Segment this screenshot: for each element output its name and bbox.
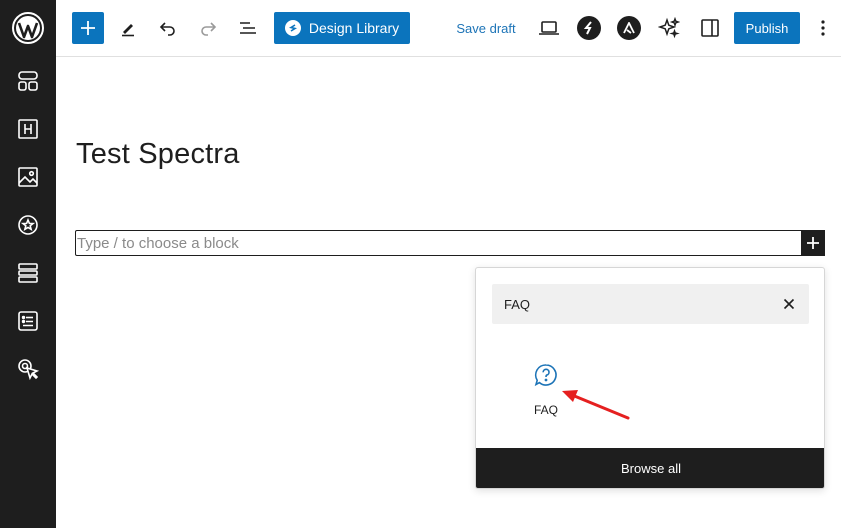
block-placeholder: Type / to choose a block — [77, 235, 239, 252]
bolt-icon — [577, 16, 601, 40]
undo-icon — [159, 22, 175, 36]
astra-settings-button[interactable] — [617, 12, 641, 44]
left-sidebar — [0, 0, 56, 528]
stacked-containers-icon[interactable] — [12, 257, 44, 289]
add-block-button[interactable] — [72, 12, 104, 44]
more-vertical-icon — [821, 20, 825, 36]
quick-inserter-popover: FAQ Browse all — [475, 267, 825, 489]
plus-icon — [81, 21, 95, 35]
sidebar-toggle-icon — [701, 19, 719, 37]
undo-button[interactable] — [156, 12, 180, 44]
design-library-label: Design Library — [308, 20, 400, 36]
save-draft-button[interactable]: Save draft — [446, 12, 526, 44]
redo-button[interactable] — [196, 12, 220, 44]
annotation-arrow-icon — [562, 390, 630, 420]
image-block-icon[interactable] — [12, 161, 44, 193]
patterns-icon[interactable] — [12, 65, 44, 97]
block-inserter-toggle[interactable] — [801, 230, 825, 256]
options-button[interactable] — [813, 12, 833, 44]
pencil-icon — [122, 24, 134, 37]
cursor-click-icon[interactable] — [12, 353, 44, 385]
ai-assistant-button[interactable] — [657, 12, 681, 44]
block-search-box — [492, 284, 809, 324]
preview-button[interactable] — [537, 12, 561, 44]
faq-question-icon — [534, 364, 557, 387]
wordpress-logo-icon[interactable] — [8, 8, 48, 48]
design-library-button[interactable]: Design Library — [274, 12, 410, 44]
empty-paragraph-block[interactable]: Type / to choose a block — [75, 230, 825, 256]
top-toolbar: Design Library Save draft Publish — [56, 0, 841, 57]
document-overview-button[interactable] — [236, 12, 260, 44]
post-title[interactable]: Test Spectra — [76, 138, 240, 171]
laptop-icon — [539, 21, 559, 35]
form-list-icon[interactable] — [12, 305, 44, 337]
star-badge-icon[interactable] — [12, 209, 44, 241]
settings-sidebar-button[interactable] — [698, 12, 722, 44]
block-search-input[interactable] — [504, 284, 764, 324]
close-icon — [783, 298, 795, 310]
astra-logo-icon — [617, 16, 641, 40]
list-view-icon — [240, 22, 256, 34]
plus-icon — [807, 237, 819, 249]
tools-button[interactable] — [116, 12, 140, 44]
redo-icon — [201, 22, 217, 36]
browse-all-button[interactable]: Browse all — [476, 448, 824, 488]
spectra-logo-icon — [284, 20, 301, 36]
sparkles-icon — [658, 17, 680, 39]
clear-search-button[interactable] — [777, 292, 801, 316]
heading-block-icon[interactable] — [12, 113, 44, 145]
spectra-settings-button[interactable] — [577, 12, 601, 44]
block-editor: Design Library Save draft Publish Test S… — [0, 0, 841, 528]
publish-button[interactable]: Publish — [734, 12, 800, 44]
